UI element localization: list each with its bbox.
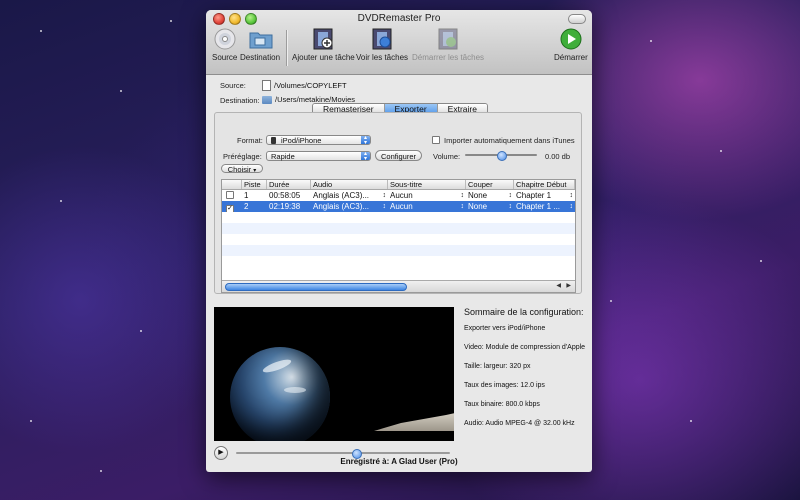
audio-select[interactable]: Anglais (AC3)... — [311, 201, 388, 212]
column-header-cut[interactable]: Couper — [466, 180, 514, 189]
volume-value: 0.00 db — [545, 152, 571, 161]
column-header-track[interactable]: Piste — [242, 180, 267, 189]
subtitle-select[interactable]: Aucun — [388, 190, 466, 201]
scroll-left-icon[interactable]: ◀ — [556, 282, 561, 289]
duration-cell: 02:19:38 — [269, 202, 301, 211]
playback-slider[interactable] — [236, 449, 450, 459]
summary-line: Audio: Audio MPEG-4 @ 32.00 kHz — [464, 420, 575, 427]
registration-text: Enregistré à: A Glad User (Pro) — [340, 457, 458, 466]
configuration-summary: Sommaire de la configuration: Exporter v… — [464, 307, 589, 439]
destination-label: Destination — [240, 53, 281, 62]
destination-button[interactable]: Destination — [240, 28, 280, 62]
column-header-check[interactable] — [222, 180, 242, 189]
film-play-icon — [437, 28, 459, 50]
folder-icon — [262, 95, 272, 104]
column-header-duration[interactable]: Durée — [267, 180, 311, 189]
source-path-label: Source: — [220, 81, 246, 90]
moon-surface-image — [374, 411, 454, 431]
table-row[interactable]: ✓ 2 02:19:38 Anglais (AC3)... Aucun None… — [222, 201, 575, 212]
document-icon — [262, 80, 271, 91]
itunes-checkbox[interactable] — [432, 136, 440, 144]
chevron-updown-icon: ▴ ▾ — [361, 151, 370, 162]
format-label: Format: — [237, 136, 263, 145]
column-header-subtitle[interactable]: Sous-titre — [388, 180, 466, 189]
add-task-button[interactable]: Ajouter une tâche — [292, 28, 355, 62]
choose-button[interactable]: Choisir ▾ — [221, 164, 263, 174]
scroll-right-icon[interactable]: ▶ — [566, 282, 571, 289]
destination-path-label: Destination: — [220, 96, 260, 105]
start-label: Démarrer — [554, 53, 588, 62]
view-tasks-label: Voir les tâches — [356, 53, 409, 62]
format-select[interactable]: iPod/iPhone ▴ ▾ — [266, 135, 371, 146]
titles-table: Piste Durée Audio Sous-titre Couper Chap… — [221, 179, 576, 293]
app-window: DVDRemaster Pro Source Destination Ajout… — [206, 10, 592, 472]
format-value: iPod/iPhone — [281, 136, 322, 145]
configure-button[interactable]: Configurer — [375, 150, 422, 161]
cut-select[interactable]: None — [466, 201, 514, 212]
toolbar: DVDRemaster Pro Source Destination Ajout… — [206, 10, 592, 75]
table-row[interactable]: 1 00:58:05 Anglais (AC3)... Aucun None C… — [222, 190, 575, 201]
chevron-updown-icon: ▴ ▾ — [361, 135, 370, 146]
table-header: Piste Durée Audio Sous-titre Couper Chap… — [222, 180, 575, 190]
source-label: Source — [212, 53, 238, 62]
horizontal-scrollbar[interactable]: ◀ ▶ — [222, 280, 575, 292]
play-icon — [560, 28, 582, 50]
start-tasks-button[interactable]: Démarrer les tâches — [412, 28, 484, 62]
preset-value: Rapide — [271, 152, 295, 161]
export-panel: Format: iPod/iPhone ▴ ▾ Importer automati… — [214, 112, 582, 294]
subtitle-select[interactable]: Aucun — [388, 201, 466, 212]
duration-cell: 00:58:05 — [269, 191, 301, 200]
row-checkbox-checked[interactable]: ✓ — [226, 205, 234, 212]
volume-label: Volume: — [433, 152, 461, 161]
start-tasks-label: Démarrer les tâches — [412, 53, 485, 62]
volume-slider[interactable] — [461, 151, 541, 161]
summary-line: Exporter vers iPod/iPhone — [464, 325, 546, 332]
track-number: 2 — [244, 202, 249, 211]
ipod-icon — [271, 137, 276, 144]
chevron-down-icon: ▾ — [253, 168, 257, 174]
preset-select[interactable]: Rapide ▴ ▾ — [266, 151, 371, 162]
scrollbar-thumb[interactable] — [225, 283, 407, 291]
chapter-select[interactable]: Chapter 1 ... — [514, 201, 575, 212]
video-preview — [214, 307, 454, 441]
film-view-icon — [371, 28, 393, 50]
cut-select[interactable]: None — [466, 190, 514, 201]
itunes-label: Importer automatiquement dans iTunes — [444, 136, 575, 145]
summary-title: Sommaire de la configuration: — [464, 307, 584, 317]
add-task-label: Ajouter une tâche — [292, 53, 355, 62]
summary-line: Taille: largeur: 320 px — [464, 363, 531, 370]
toolbar-toggle-button[interactable] — [568, 14, 586, 24]
disc-icon — [214, 28, 236, 50]
source-path-value: /Volumes/COPYLEFT — [274, 81, 347, 90]
view-tasks-button[interactable]: Voir les tâches — [356, 28, 408, 62]
summary-line: Taux des images: 12.0 ips — [464, 382, 545, 389]
volume-knob[interactable] — [497, 151, 507, 161]
preset-label: Préréglage: — [223, 152, 262, 161]
summary-line: Video: Module de compression d'Apple — [464, 344, 586, 351]
main-content: Source: /Volumes/COPYLEFT Destination: /… — [206, 75, 592, 472]
start-button[interactable]: Démarrer — [554, 28, 588, 62]
source-button[interactable]: Source — [212, 28, 237, 62]
column-header-chapter[interactable]: Chapitre Début — [514, 180, 575, 189]
folder-icon — [249, 28, 273, 50]
source-path[interactable]: /Volumes/COPYLEFT — [262, 80, 347, 91]
chapter-select[interactable]: Chapter 1 — [514, 190, 575, 201]
window-title: DVDRemaster Pro — [357, 13, 441, 24]
film-add-icon — [312, 28, 334, 50]
summary-line: Taux binaire: 800.0 kbps — [464, 401, 540, 408]
column-header-audio[interactable]: Audio — [311, 180, 388, 189]
audio-select[interactable]: Anglais (AC3)... — [311, 190, 388, 201]
track-number: 1 — [244, 191, 249, 200]
row-checkbox[interactable] — [226, 191, 234, 199]
